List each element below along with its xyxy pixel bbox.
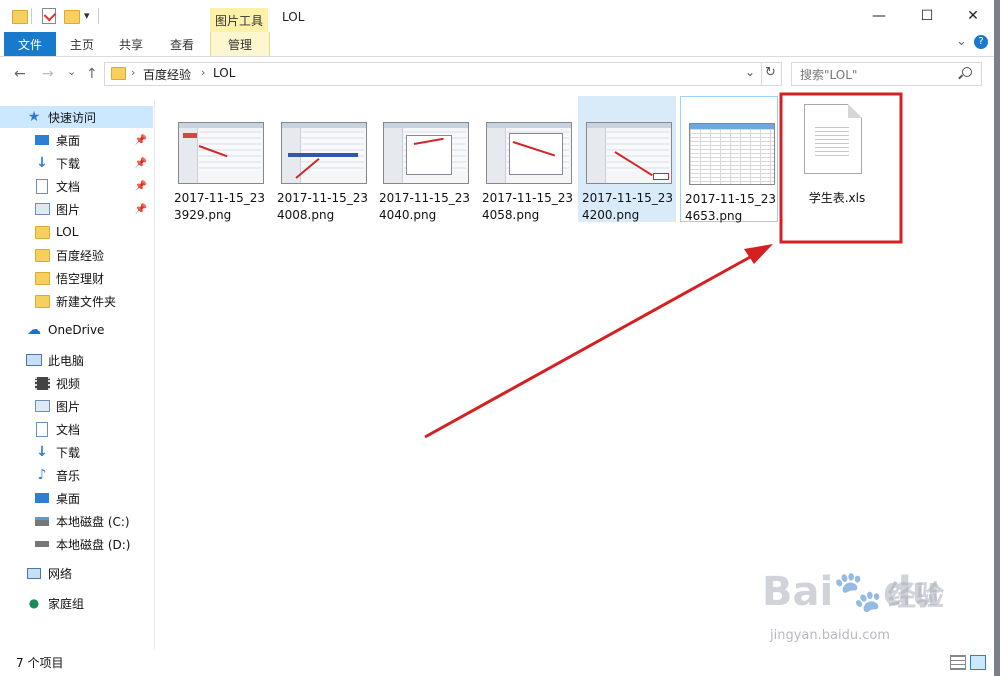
highlight-box [779,92,903,244]
baidu-watermark: Bai🐾du 经验 jingyan.baidu.com [762,560,962,660]
large-icons-view-icon[interactable] [970,655,986,670]
annotation-arrow [424,254,753,439]
watermark-cn: 经验 [888,579,945,612]
item-count: 7 个项目 [16,656,64,670]
arrow-head [744,244,773,264]
background-window-edge [994,0,1000,676]
watermark-url: jingyan.baidu.com [770,628,890,643]
explorer-window: ▾ 图片工具 LOL — ☐ ✕ 文件 主页 共享 查看 管理 ⌄ ? ← → … [0,0,995,676]
